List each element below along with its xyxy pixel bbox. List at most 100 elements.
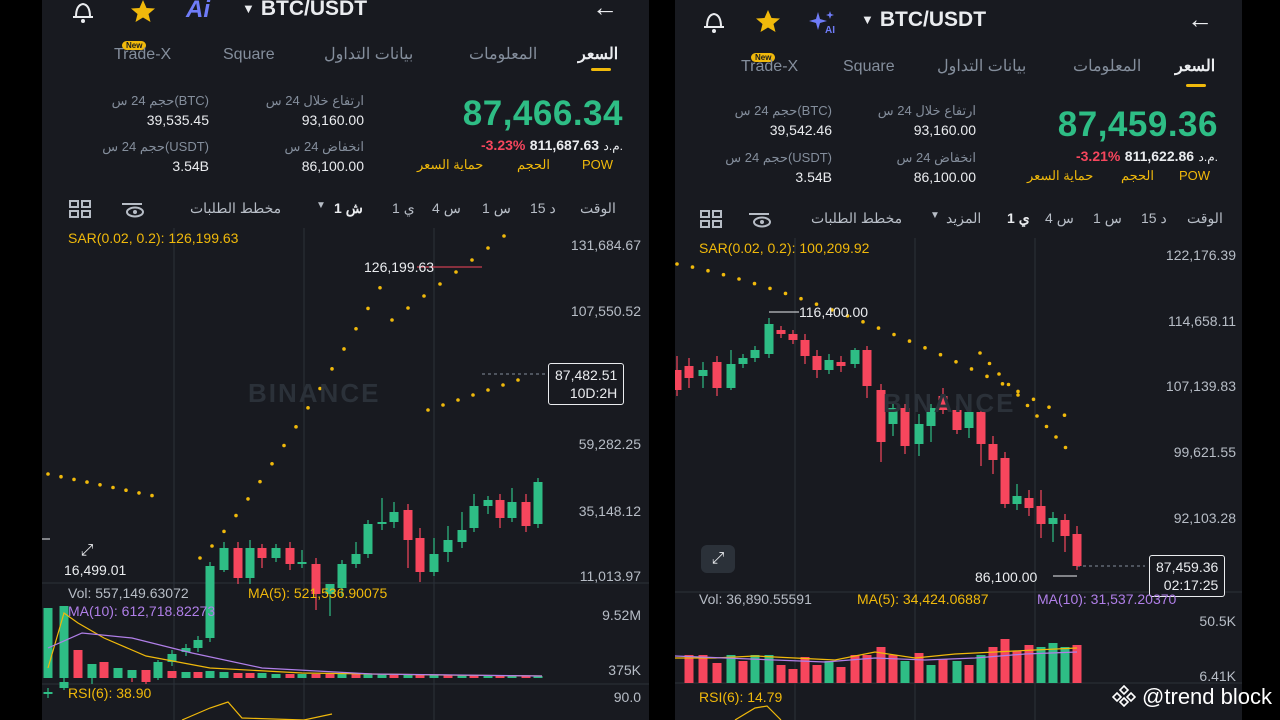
- sar-label: SAR(0.02, 0.2): 100,209.92: [699, 240, 870, 256]
- tab-square[interactable]: Square: [843, 58, 895, 76]
- volume-bar: [698, 655, 708, 683]
- sar-dot: [150, 493, 154, 498]
- tf-15m[interactable]: 15 د: [530, 200, 556, 217]
- footer-credit: @trend block: [1111, 684, 1272, 710]
- tab-trade-x[interactable]: Trade-X: [114, 46, 171, 64]
- sar-dot: [72, 477, 76, 482]
- tf-1h[interactable]: 1 س: [1093, 210, 1122, 227]
- tf-4h[interactable]: 4 س: [432, 200, 461, 217]
- bell-icon[interactable]: [68, 0, 98, 30]
- tf-time[interactable]: الوقت: [1187, 210, 1223, 227]
- tab-trade-x[interactable]: Trade-X: [741, 58, 798, 76]
- symbol-selector[interactable]: ▼ BTC/USDT: [242, 0, 367, 21]
- tag-volume[interactable]: الحجم: [1121, 168, 1154, 184]
- ma5-label: MA(5): 521,536.90075: [248, 585, 388, 601]
- tab-square[interactable]: Square: [223, 46, 275, 64]
- sar-dot: [978, 351, 982, 355]
- sar-dot: [783, 291, 788, 296]
- candlestick-chart[interactable]: [675, 238, 1242, 720]
- sar-dot: [342, 347, 346, 351]
- tab-info[interactable]: المعلومات: [469, 44, 537, 64]
- back-arrow-icon[interactable]: ←: [1187, 4, 1213, 35]
- candle-body: [415, 538, 425, 572]
- candle-body: [712, 362, 722, 388]
- expand-icon[interactable]: ⤢: [70, 537, 104, 565]
- vol-axis-bottom: 375K: [608, 662, 641, 678]
- volume-bar: [726, 655, 736, 683]
- high-marker: 126,199.63: [364, 259, 435, 275]
- sar-dot: [330, 367, 334, 371]
- tf-1w[interactable]: 1 ش: [334, 200, 363, 217]
- sar-dot: [502, 234, 506, 238]
- sar-dot: [210, 544, 214, 548]
- grid-icon[interactable]: [699, 209, 723, 232]
- sar-dot: [1044, 424, 1049, 429]
- tab-trading-data[interactable]: بيانات التداول: [937, 56, 1026, 76]
- chevron-down-icon[interactable]: ▼: [930, 210, 940, 221]
- sar-dot: [987, 361, 992, 366]
- candle-body: [43, 692, 53, 694]
- bell-icon[interactable]: [699, 7, 729, 40]
- tab-price[interactable]: السعر: [578, 44, 618, 64]
- volume-bar: [415, 675, 425, 678]
- tf-1d[interactable]: 1 ي: [1007, 210, 1030, 227]
- tab-price[interactable]: السعر: [1175, 56, 1215, 76]
- tag-pow[interactable]: POW: [582, 157, 613, 172]
- candle-body: [764, 324, 774, 354]
- eye-settings-icon[interactable]: [120, 199, 146, 222]
- high-24h-value: 93,160.00: [913, 122, 976, 138]
- tf-15m[interactable]: 15 د: [1141, 210, 1167, 227]
- tf-4h[interactable]: 4 س: [1045, 210, 1074, 227]
- back-arrow-icon[interactable]: ←: [592, 0, 618, 23]
- sar-dot: [1031, 397, 1036, 402]
- vol-axis-bottom: 6.41K: [1199, 668, 1236, 684]
- ai-icon[interactable]: Ai: [186, 0, 210, 24]
- cny-label: م.د.: [603, 139, 623, 153]
- last-price: 87,466.34: [462, 94, 623, 133]
- sar-dot: [1016, 393, 1020, 397]
- star-icon[interactable]: [753, 7, 783, 40]
- sar-dot: [366, 306, 370, 311]
- grid-icon[interactable]: [68, 199, 92, 222]
- depth-chart-tab[interactable]: مخطط الطلبات: [811, 210, 902, 227]
- candle-body: [389, 512, 399, 522]
- sar-dot: [59, 474, 63, 479]
- sar-dot: [1054, 435, 1058, 439]
- y-axis-tick: 107,139.83: [1165, 378, 1236, 394]
- tab-trading-data[interactable]: بيانات التداول: [324, 44, 413, 64]
- candle-body: [429, 554, 439, 572]
- volume-bar: [900, 661, 910, 683]
- tf-1h[interactable]: 1 س: [482, 200, 511, 217]
- star-icon[interactable]: [128, 0, 158, 30]
- candle-body: [193, 640, 203, 648]
- volume-bar: [403, 675, 413, 678]
- ai-icon[interactable]: AI: [808, 9, 840, 40]
- expand-icon[interactable]: ⤢: [701, 545, 735, 573]
- depth-chart-tab[interactable]: مخطط الطلبات: [190, 200, 281, 217]
- candle-body: [285, 548, 295, 564]
- sar-dot: [85, 480, 89, 484]
- candlestick-chart[interactable]: [42, 228, 649, 720]
- vol-axis-top: 9.52M: [602, 607, 641, 623]
- top-bar: AI ▼ BTC/USDT ←: [675, 4, 1242, 44]
- tab-info[interactable]: المعلومات: [1073, 56, 1141, 76]
- candle-body: [1060, 520, 1070, 536]
- tag-protect[interactable]: حماية السعر: [417, 157, 483, 173]
- tag-volume[interactable]: الحجم: [517, 157, 550, 173]
- candle-body: [914, 424, 924, 444]
- tag-pow[interactable]: POW: [1179, 168, 1210, 183]
- rsi-line: [734, 705, 782, 720]
- timeframe-bar: مخطط الطلبات ▼ المزيد 1 ي 4 س 1 س 15 د ا…: [675, 209, 1242, 235]
- tf-time[interactable]: الوقت: [580, 200, 616, 217]
- sar-dot: [406, 306, 410, 310]
- current-price-box[interactable]: 87,482.51 10D:2H: [548, 363, 625, 405]
- sar-dot: [1000, 382, 1005, 386]
- volume-bar: [233, 673, 243, 678]
- eye-settings-icon[interactable]: [747, 209, 773, 232]
- symbol-selector[interactable]: ▼ BTC/USDT: [861, 8, 986, 32]
- tf-1d[interactable]: 1 ي: [392, 200, 415, 217]
- y-axis-tick: 99,621.55: [1173, 444, 1236, 460]
- chevron-down-icon[interactable]: ▼: [316, 200, 326, 211]
- tf-more[interactable]: المزيد: [946, 210, 981, 227]
- tag-protect[interactable]: حماية السعر: [1027, 168, 1093, 184]
